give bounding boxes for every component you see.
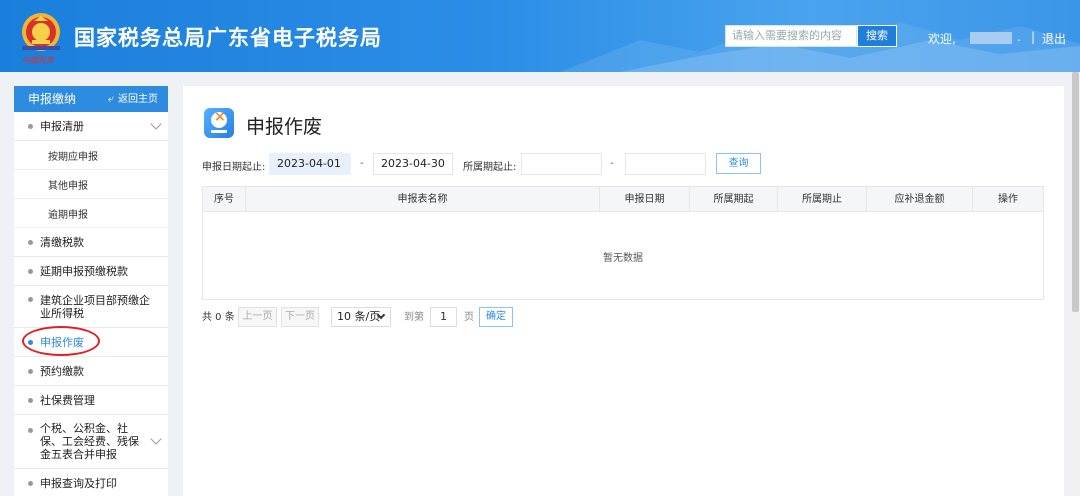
bullet-icon [28,480,33,486]
void-document-icon [204,108,234,138]
period-start-input[interactable] [521,153,602,175]
column-header: 操作 [998,194,1018,205]
period-range-dash: - [610,158,614,169]
total-count: 共 0 条 [202,312,235,323]
chevron-down-icon [150,118,162,130]
prev-page-button[interactable]: 上一页 [238,307,277,327]
scrollbar-thumb[interactable] [1072,72,1079,312]
declare-date-end-input[interactable]: 2023-04-30 [373,153,453,175]
declare-date-label: 申报日期起止: [202,162,266,173]
page-scrollbar[interactable] [1071,72,1080,496]
next-page-button[interactable]: 下一页 [281,307,319,327]
goto-confirm-button[interactable]: 确定 [479,307,513,327]
site-title: 国家税务总局广东省电子税务局 [74,26,382,50]
sidebar-header: 申报缴纳 ⤶ 返回主页 [14,86,168,112]
declare-date-start-input[interactable]: 2023-04-01 [269,153,351,175]
sidebar-item-label: 建筑企业项目部预缴企业所得税 [40,293,150,320]
page-size-select[interactable]: 10 条/页 [331,307,391,327]
bullet-icon [28,239,33,245]
sidebar-item-label: 逾期申报 [48,209,88,221]
cancel-mark-icon [211,109,227,128]
period-label: 所属期起止: [463,162,517,173]
sidebar-item-five-in-one-declaration[interactable]: 个税、公积金、社保、工会经费、残保金五表合并申报 [14,415,168,469]
sidebar-item-label: 延期申报预缴税款 [40,265,128,278]
table-header: 序号 申报表名称 申报日期 所属期起 所属期止 应补退金额 操作 [203,187,1043,212]
sidebar-item-other-declaration[interactable]: 其他申报 [14,170,168,199]
red-highlight-circle [22,326,100,356]
back-arrow-icon: ⤶ [107,92,114,105]
chevron-down-icon [150,433,162,445]
back-home-label: 返回主页 [118,94,158,105]
sidebar-item-scheduled-declaration[interactable]: 按期应申报 [14,141,168,170]
column-header: 所属期止 [778,187,867,212]
page-number-input[interactable]: 1 [430,307,457,327]
goto-label: 到第 [404,312,424,323]
header-separator: | [1031,30,1036,44]
page-size-value: 10 条/页 [337,310,381,323]
sidebar-item-scheduled-payment[interactable]: 预约缴款 [14,357,168,386]
sidebar-item-social-insurance[interactable]: 社保费管理 [14,386,168,415]
sidebar-item-label: 个税、公积金、社保、工会经费、残保金五表合并申报 [40,422,139,461]
declaration-table: 序号 申报表名称 申报日期 所属期起 所属期止 应补退金额 操作 暂无数据 [202,186,1044,300]
sidebar-item-label: 按期应申报 [48,151,98,163]
sidebar-item-query-print[interactable]: 申报查询及打印 [14,469,168,496]
sidebar: 申报缴纳 ⤶ 返回主页 申报清册 按期应申报 其他申报 逾期申报 清缴税款 延期申… [14,86,168,496]
column-header: 应补退金额 [867,187,973,212]
bullet-icon [28,123,33,129]
welcome-text: 欢迎, [928,32,956,46]
date-range-dash: - [360,158,364,169]
sidebar-item-settle-tax[interactable]: 清缴税款 [14,228,168,257]
column-header: 申报表名称 [246,187,600,212]
query-button[interactable]: 查询 [716,153,761,174]
logo-caption: 中国税务 [22,56,54,65]
sidebar-item-construction-prepay[interactable]: 建筑企业项目部预缴企业所得税 [14,286,168,328]
welcome-tail: . [1017,30,1021,44]
search-button[interactable]: 搜索 [857,25,897,47]
bullet-icon [28,397,33,403]
main-panel: 申报作废 申报日期起止: 2023-04-01 - 2023-04-30 所属期… [183,86,1064,496]
sidebar-item-deferred-prepay[interactable]: 延期申报预缴税款 [14,257,168,286]
bullet-icon [28,297,33,302]
sidebar-item-overdue-declaration[interactable]: 逾期申报 [14,199,168,228]
page-title: 申报作废 [246,116,323,138]
page-unit-label: 页 [464,312,474,323]
back-home-link[interactable]: ⤶ 返回主页 [108,86,158,113]
column-header: 所属期起 [690,187,778,212]
logout-link[interactable]: 退出 [1042,30,1066,47]
sidebar-item-declaration-list[interactable]: 申报清册 [14,112,168,141]
sidebar-title: 申报缴纳 [28,92,77,106]
sidebar-item-label: 申报查询及打印 [40,477,117,490]
bullet-icon [28,268,33,274]
sidebar-item-label: 申报清册 [40,120,84,133]
masked-username [970,32,1012,44]
period-end-input[interactable] [625,153,706,175]
bullet-icon [28,368,33,374]
sidebar-item-label: 社保费管理 [40,394,95,407]
search-input[interactable]: 请输入需要搜索的内容 [725,25,857,47]
column-header: 申报日期 [600,187,690,212]
top-banner: 中国税务 国家税务总局广东省电子税务局 请输入需要搜索的内容 搜索 欢迎, . … [0,0,1080,72]
empty-state-text: 暂无数据 [603,253,643,264]
page-icon-bar [211,130,227,133]
sidebar-item-label: 其他申报 [48,180,88,192]
sidebar-item-label: 预约缴款 [40,365,84,378]
sidebar-item-label: 清缴税款 [40,236,84,249]
bullet-icon [28,428,33,433]
column-header: 序号 [203,187,246,212]
